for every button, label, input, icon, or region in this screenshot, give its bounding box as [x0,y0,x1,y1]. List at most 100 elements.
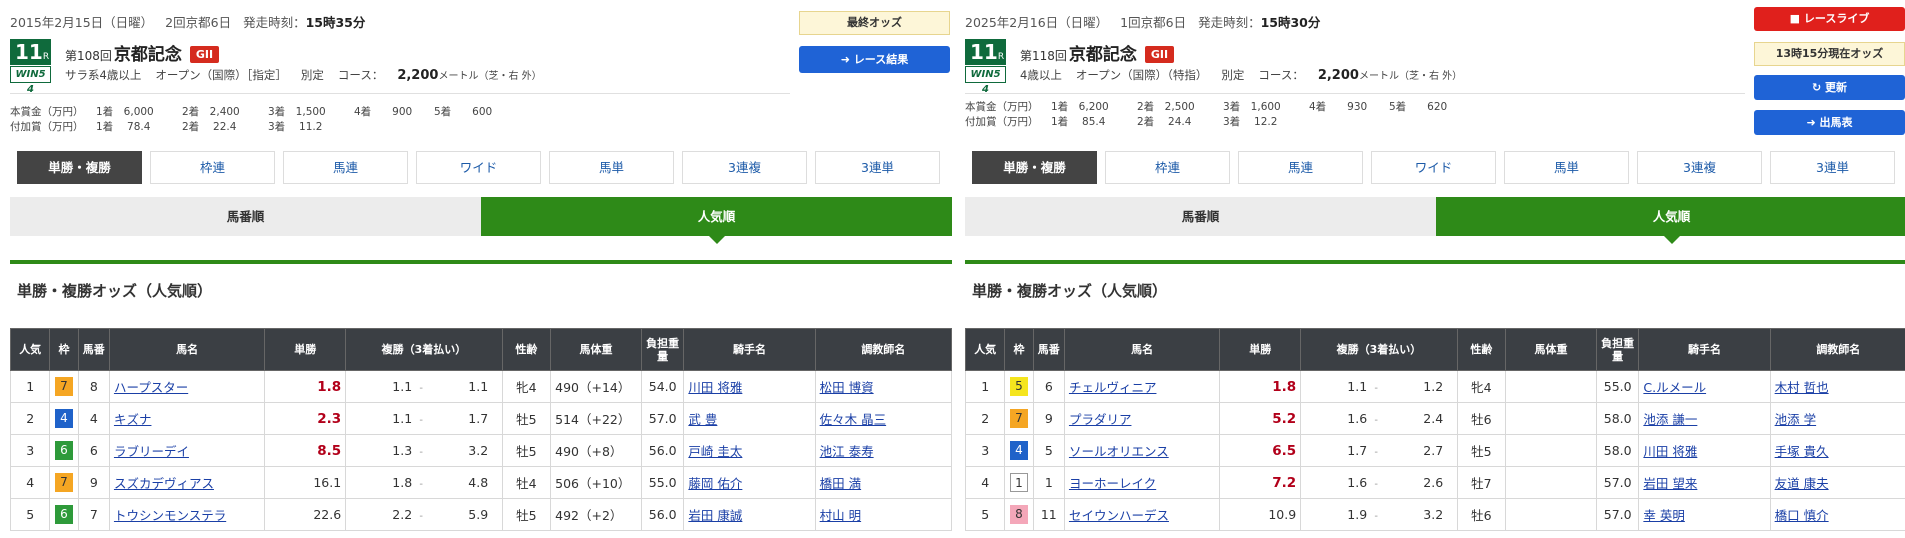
horse-name-link[interactable]: トウシンモンステラ [114,508,226,523]
horse-name-link[interactable]: ハープスター [114,380,188,395]
trainer-link[interactable]: 松田 博資 [820,380,874,395]
col-trainer: 調教師名 [1769,328,1905,371]
jockey-cell: 池添 謙一 [1638,402,1771,435]
tab-trifecta[interactable]: 3連単 [815,151,940,184]
sex-age-cell: 牡5 [501,402,552,435]
popularity-cell: 3 [965,434,1006,467]
win-odds-cell: 2.3 [264,402,347,435]
jockey-link[interactable]: 幸 英明 [1643,508,1684,523]
jockey-link[interactable]: 川田 将雅 [1643,444,1697,459]
odds-table: 人気 枠 馬番 馬名 単勝 複勝（3着払い） 性齢 馬体重 負担重量 騎手名 調… [965,328,1905,531]
sort-by-number[interactable]: 馬番順 [10,197,481,236]
place-odds-cell: 1.1- 1.7 [345,402,503,435]
trainer-cell: 木村 哲也 [1769,370,1905,403]
trainer-link[interactable]: 手塚 貴久 [1775,444,1829,459]
bet-type-tabs: 単勝・複勝 枠連 馬連 ワイド 馬単 3連複 3連単 [972,151,1903,184]
place-odds-high: 5.9 [468,507,489,522]
trainer-link[interactable]: 橋口 慎介 [1775,508,1829,523]
trainer-cell: 池江 泰寿 [814,434,952,467]
trainer-link[interactable]: 橋田 満 [820,476,861,491]
tab-bracket[interactable]: 枠連 [150,151,275,184]
jockey-link[interactable]: 岩田 康誠 [688,508,742,523]
race-result-button[interactable]: ➜ レース結果 [799,46,950,73]
race-live-button[interactable]: ■ レースライブ [1754,7,1905,31]
sex-age-cell: 牡5 [1456,434,1507,467]
horse-name-link[interactable]: チェルヴィニア [1069,380,1157,395]
jockey-link[interactable]: 藤岡 佑介 [688,476,742,491]
trainer-link[interactable]: 池江 泰寿 [820,444,874,459]
trainer-link[interactable]: 友道 康夫 [1775,476,1829,491]
jockey-link[interactable]: 武 豊 [688,412,717,427]
race-card-button[interactable]: ➜ 出馬表 [1754,110,1905,135]
tab-trifecta[interactable]: 3連単 [1770,151,1895,184]
place-odds-high: 3.2 [468,443,489,458]
left-race-panel: 2015年2月15日（日曜） 2回京都6日 発走時刻：15時35分 11R WIN5… [10,0,952,538]
horse-name-link[interactable]: ソールオリエンス [1069,444,1169,459]
body-weight-cell [1505,402,1597,435]
range-separator: - [1374,447,1378,458]
place-odds-cell: 1.3- 3.2 [345,434,503,467]
waku-cell: 6 [49,434,79,467]
col-jockey: 騎手名 [683,328,816,371]
refresh-button[interactable]: ↻ 更新 [1754,75,1905,100]
jockey-link[interactable]: C.ルメール [1643,380,1706,395]
tab-win-place[interactable]: 単勝・複勝 [972,151,1097,184]
horse-name-link[interactable]: プラダリア [1069,412,1132,427]
tab-trio[interactable]: 3連複 [682,151,807,184]
tab-win-place[interactable]: 単勝・複勝 [17,151,142,184]
load-cell: 57.0 [1595,498,1640,531]
sex-age-cell: 牡6 [1456,498,1507,531]
jockey-link[interactable]: 岩田 望来 [1643,476,1697,491]
horse-name-link[interactable]: ヨーホーレイク [1069,476,1156,491]
final-odds-button[interactable]: 最終オッズ [799,11,950,35]
waku-badge: 7 [55,473,73,492]
tab-exacta[interactable]: 馬単 [1504,151,1629,184]
place-odds-low: 1.1 [392,379,413,394]
tab-exacta[interactable]: 馬単 [549,151,674,184]
jockey-link[interactable]: 池添 謙一 [1643,412,1697,427]
section-rule [965,260,1905,264]
range-separator: - [1374,383,1378,394]
table-row: 4 1 1 ヨーホーレイク 7.2 1.6- 2.6 牡7 57.0 岩田 望来 友道 康夫 [965,466,1905,499]
horse-name-link[interactable]: ラブリーデイ [114,444,189,459]
jockey-link[interactable]: 川田 将雅 [688,380,742,395]
race-conditions: サラ系4歳以上 オープン（国際）［指定］ 別定 コース： 2,200メートル（芝・右 外… [65,68,542,83]
place-odds-low: 1.1 [392,411,413,426]
col-place: 複勝（3着払い） [1300,328,1458,371]
win5-badge: WIN5 4 [965,66,1006,95]
odds-table: 人気 枠 馬番 馬名 単勝 複勝（3着払い） 性齢 馬体重 負担重量 騎手名 調… [10,328,952,531]
col-body-weight: 馬体重 [550,328,642,371]
trainer-cell: 橋口 慎介 [1769,498,1905,531]
win-odds: 1.8 [317,378,342,395]
place-odds-high: 2.6 [1423,475,1444,490]
popularity-cell: 2 [10,402,51,435]
body-weight-cell: 492（+2） [550,498,642,531]
popularity-cell: 4 [965,466,1006,499]
trainer-link[interactable]: 池添 学 [1775,412,1816,427]
jockey-cell: C.ルメール [1638,370,1771,403]
trainer-cell: 佐々木 晶三 [814,402,952,435]
col-jockey: 騎手名 [1638,328,1771,371]
horse-name-link[interactable]: キズナ [114,412,152,427]
sort-by-popularity[interactable]: 人気順 [1436,197,1905,244]
win-odds-cell: 6.5 [1219,434,1302,467]
tab-bracket[interactable]: 枠連 [1105,151,1230,184]
horse-name-link[interactable]: スズカデヴィアス [114,476,214,491]
tab-wide[interactable]: ワイド [416,151,541,184]
tab-wide[interactable]: ワイド [1371,151,1496,184]
trainer-link[interactable]: 佐々木 晶三 [820,412,886,427]
horse-name-link[interactable]: セイウンハーデス [1069,508,1169,523]
tab-quinella[interactable]: 馬連 [283,151,408,184]
tab-trio[interactable]: 3連複 [1637,151,1762,184]
trainer-link[interactable]: 木村 哲也 [1775,380,1829,395]
sort-by-popularity[interactable]: 人気順 [481,197,952,244]
tab-quinella[interactable]: 馬連 [1238,151,1363,184]
sex-age-cell: 牡5 [501,434,552,467]
race-title: 第108回 京都記念 GII [65,40,220,65]
sort-by-number[interactable]: 馬番順 [965,197,1436,236]
jockey-link[interactable]: 戸崎 圭太 [688,444,742,459]
waku-badge: 6 [55,505,73,524]
trainer-link[interactable]: 村山 明 [820,508,861,523]
load-cell: 58.0 [1595,402,1640,435]
col-win: 単勝 [264,328,347,371]
